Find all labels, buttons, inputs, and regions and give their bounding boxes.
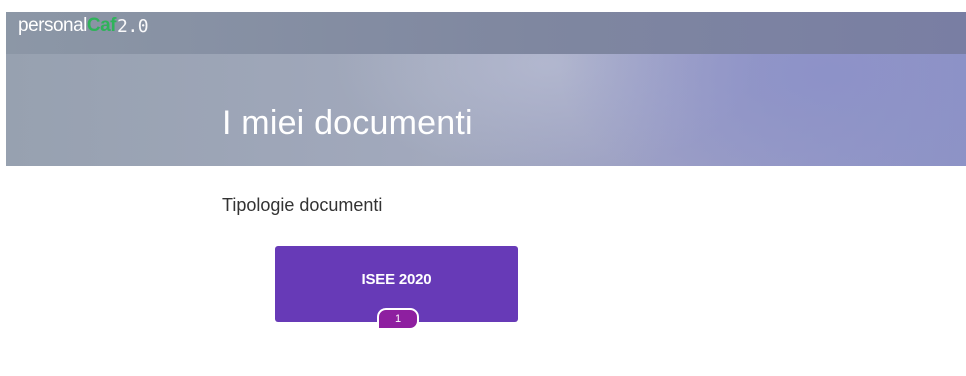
document-type-card-isee-2020[interactable]: ISEE 2020 1: [275, 246, 518, 330]
top-navbar: personal Caf 2.0: [6, 12, 966, 54]
document-type-label: ISEE 2020: [361, 271, 432, 288]
document-count-badge: 1: [377, 308, 419, 330]
brand-version: 2.0: [117, 15, 149, 37]
page-title: I miei documenti: [222, 104, 473, 142]
brand-logo[interactable]: personal Caf 2.0: [6, 5, 149, 47]
brand-text-caf: Caf: [86, 15, 117, 36]
page-header-banner: I miei documenti: [6, 54, 966, 166]
brand-text-personal: personal: [18, 15, 87, 36]
section-title: Tipologie documenti: [222, 195, 383, 215]
app-window: personal Caf 2.0 I miei documenti Tipologi…: [0, 0, 966, 376]
